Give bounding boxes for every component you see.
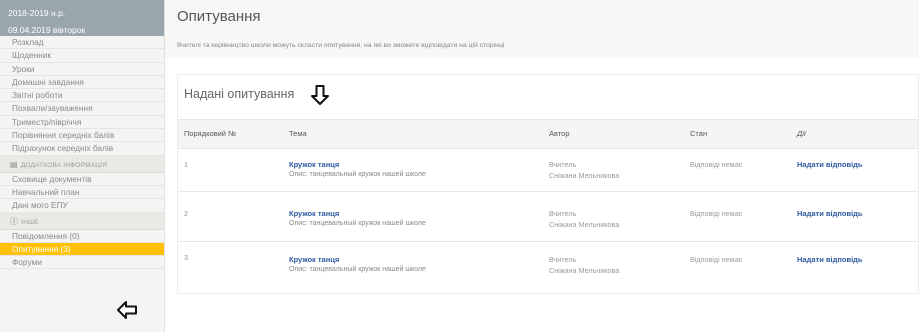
section-additional-info: ▤ ДОДАТКОВА ІНФОРМАЦІЯ (0, 155, 164, 173)
sidebar-item-calc-averages[interactable]: Підрахунок середніх балів (0, 142, 164, 156)
reply-button[interactable]: Надати відповідь (797, 255, 863, 264)
author-role: Вчитель (549, 160, 577, 169)
author-name: Сніжана Мельникова (549, 266, 620, 275)
sidebar-item-surveys[interactable]: Опитування (3) (0, 242, 164, 257)
author-role: Вчитель (549, 209, 577, 218)
survey-description: Опис: танцевальный кружок нашей школе (289, 171, 426, 178)
sidebar-item-compare-averages[interactable]: Порівняння середніх балів (0, 129, 164, 143)
sidebar: 2018-2019 н.р. 09.04.2019 вівторок Розкл… (0, 0, 165, 332)
folder-icon: ▤ (10, 159, 18, 169)
row-number: 3 (184, 253, 188, 262)
column-number[interactable]: Порядковий № (184, 129, 236, 138)
sidebar-item-reports[interactable]: Звітні роботи (0, 89, 164, 103)
sidebar-item-trimester[interactable]: Триместр/півріччя (0, 116, 164, 130)
arrow-left-outline-icon (117, 301, 137, 319)
page-title: Опитування (177, 8, 261, 25)
row-number: 1 (184, 160, 188, 169)
sidebar-item-lessons[interactable]: Уроки (0, 63, 164, 76)
section-additional-info-label: ДОДАТКОВА ІНФОРМАЦІЯ (20, 161, 108, 169)
arrow-down-outline-icon (311, 85, 329, 105)
author-name: Сніжана Мельникова (549, 171, 620, 180)
table-header: Порядковий № Тема Автор Стан Дії (178, 119, 918, 149)
sidebar-item-curriculum[interactable]: Навчальний план (0, 186, 164, 200)
current-date[interactable]: 09.04.2019 вівторок (0, 24, 164, 36)
table-row: 2 Кружок танця Опис: танцевальный кружок… (178, 198, 918, 242)
survey-status: Відповіді немає (690, 255, 743, 264)
column-actions: Дії (797, 129, 806, 138)
section-other-label: ІНШЕ (21, 218, 39, 226)
column-author[interactable]: Автор (549, 129, 570, 138)
info-circle-icon: ⓘ (10, 216, 19, 226)
survey-topic-link[interactable]: Кружок танця (289, 209, 339, 218)
reply-button[interactable]: Надати відповідь (797, 160, 863, 169)
author-name: Сніжана Мельникова (549, 220, 620, 229)
sidebar-item-diary[interactable]: Щоденник (0, 49, 164, 63)
sidebar-item-forums[interactable]: Форуми (0, 256, 164, 270)
survey-description: Опис: танцевальный кружок нашей школе (289, 266, 426, 273)
main-content: Опитування Вчителі та керівництво школи … (165, 0, 919, 332)
column-status[interactable]: Стан (690, 129, 707, 138)
sidebar-item-schedule[interactable]: Розклад (0, 36, 164, 50)
author-role: Вчитель (549, 255, 577, 264)
sidebar-item-messages[interactable]: Повідомлення (0) (0, 230, 164, 243)
survey-topic-link[interactable]: Кружок танця (289, 255, 339, 264)
sidebar-item-documents[interactable]: Сховище документів (0, 173, 164, 186)
surveys-card: Надані опитування Порядковий № Тема Авто… (177, 74, 919, 294)
table-row: 3 Кружок танця Опис: танцевальный кружок… (178, 243, 918, 286)
section-other: ⓘ ІНШЕ (0, 212, 164, 230)
card-title: Надані опитування (184, 87, 295, 101)
survey-description: Опис: танцевальный кружок нашей школе (289, 220, 426, 227)
page-header: Опитування Вчителі та керівництво школи … (165, 0, 919, 58)
survey-status: Відповіді немає (690, 160, 743, 169)
sidebar-item-remarks[interactable]: Похвали/зауваження (0, 102, 164, 116)
sidebar-item-my-data[interactable]: Дані мого ЕПУ (0, 199, 164, 213)
survey-status: Відповіді немає (690, 209, 743, 218)
survey-topic-link[interactable]: Кружок танця (289, 160, 339, 169)
column-topic[interactable]: Тема (289, 129, 307, 138)
sidebar-item-homework[interactable]: Домашні завдання (0, 76, 164, 90)
table-row: 1 Кружок танця Опис: танцевальный кружок… (178, 148, 918, 192)
reply-button[interactable]: Надати відповідь (797, 209, 863, 218)
page-description: Вчителі та керівництво школи можуть скла… (177, 42, 505, 49)
row-number: 2 (184, 209, 188, 218)
